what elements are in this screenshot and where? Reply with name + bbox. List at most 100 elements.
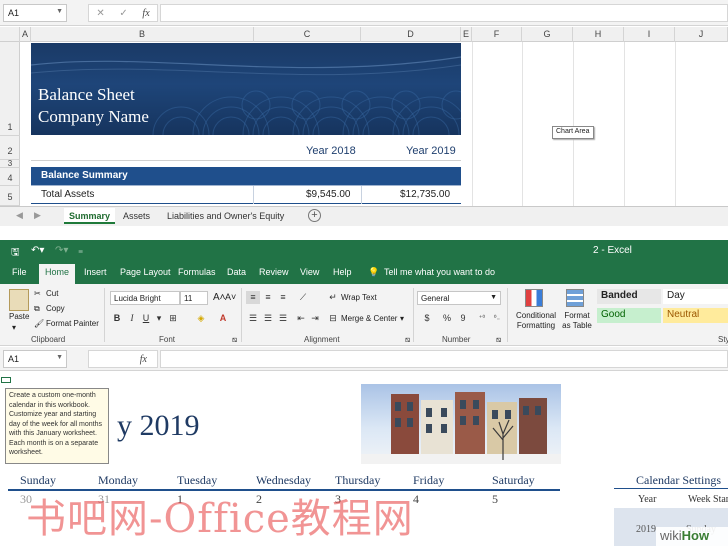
row-header[interactable]: 1 xyxy=(0,42,20,136)
select-all-corner[interactable] xyxy=(0,27,20,42)
paste-icon[interactable] xyxy=(9,289,29,311)
column-header[interactable]: F xyxy=(472,27,522,42)
row-header[interactable]: 4 xyxy=(0,168,20,186)
currency-button[interactable]: $ xyxy=(420,312,434,325)
align-middle-icon[interactable]: ≡ xyxy=(261,291,275,304)
chevron-down-icon[interactable]: ▾ xyxy=(12,323,16,332)
day-number[interactable]: 4 xyxy=(413,492,419,507)
sheet-tab-summary[interactable]: Summary xyxy=(64,208,116,224)
chevron-down-icon[interactable]: ▾ xyxy=(152,312,166,325)
sheet-tab-liabilities[interactable]: Liabilities and Owner's Equity xyxy=(162,208,289,224)
dialog-launcher-icon[interactable]: ⧅ xyxy=(232,335,237,345)
formula-input[interactable] xyxy=(160,4,728,22)
font-size-select[interactable]: 11 xyxy=(180,291,208,305)
column-header[interactable]: C xyxy=(254,27,361,42)
fill-color-icon[interactable]: ◈ xyxy=(194,312,208,325)
copy-button[interactable]: Copy xyxy=(46,304,65,313)
year-2018-header[interactable]: Year 2018 xyxy=(306,145,356,157)
year-setting-input[interactable]: 2019 xyxy=(636,524,656,535)
row-header[interactable]: 5 xyxy=(0,186,20,206)
tab-view[interactable]: View xyxy=(300,267,319,277)
tell-me-search[interactable]: Tell me what you want to do xyxy=(384,267,495,277)
decrease-decimal-icon[interactable]: ⁰₋ xyxy=(490,312,504,325)
dialog-launcher-icon[interactable]: ⧅ xyxy=(405,335,410,345)
underline-button[interactable]: U xyxy=(139,312,153,325)
percent-button[interactable]: % xyxy=(440,312,454,325)
copy-icon[interactable]: ⧉ xyxy=(34,304,40,314)
insert-function-icon[interactable]: fx xyxy=(142,8,149,19)
dialog-launcher-icon[interactable]: ⧅ xyxy=(496,335,501,345)
enter-icon[interactable]: ✓ xyxy=(119,8,127,19)
wrap-text-button[interactable]: Wrap Text xyxy=(341,293,377,302)
font-name-select[interactable]: Lucida Bright xyxy=(110,291,180,305)
cell-style-banded[interactable]: Banded xyxy=(597,289,661,304)
align-top-icon[interactable]: ≡ xyxy=(246,291,260,304)
bold-button[interactable]: B xyxy=(110,312,124,325)
add-sheet-icon[interactable]: + xyxy=(308,209,321,222)
format-painter-button[interactable]: Format Painter xyxy=(46,319,99,328)
column-header[interactable]: G xyxy=(522,27,573,42)
column-header[interactable]: E xyxy=(461,27,472,42)
save-icon[interactable]: 🖫 xyxy=(11,245,20,262)
tab-help[interactable]: Help xyxy=(333,267,352,277)
column-header[interactable]: H xyxy=(573,27,624,42)
cell-style-day[interactable]: Day xyxy=(663,289,728,304)
column-header[interactable]: A xyxy=(20,27,31,42)
font-color-icon[interactable]: A xyxy=(216,312,230,325)
active-cell-marker[interactable] xyxy=(1,377,11,383)
decrease-indent-icon[interactable]: ⇤ xyxy=(294,312,308,325)
tab-review[interactable]: Review xyxy=(259,267,289,277)
month-title[interactable]: y 2019 xyxy=(117,409,200,443)
year-2019-header[interactable]: Year 2019 xyxy=(406,145,456,157)
cut-button[interactable]: Cut xyxy=(46,289,58,298)
insert-function-icon[interactable]: fx xyxy=(140,354,147,365)
tab-page-layout[interactable]: Page Layout xyxy=(120,267,171,277)
sheet-tab-assets[interactable]: Assets xyxy=(118,208,155,224)
cut-icon[interactable]: ✂ xyxy=(34,289,41,298)
borders-icon[interactable]: ⊞ xyxy=(166,312,180,325)
number-format-select[interactable]: General ▼ xyxy=(417,291,501,305)
orientation-icon[interactable]: ⟋ xyxy=(296,291,310,304)
cancel-icon[interactable]: ✕ xyxy=(96,8,104,19)
column-header[interactable]: I xyxy=(624,27,675,42)
day-header-friday[interactable]: Friday xyxy=(413,473,444,488)
conditional-formatting-icon[interactable] xyxy=(525,289,543,307)
chevron-down-icon[interactable]: ▼ xyxy=(56,354,63,361)
row-header[interactable]: 3 xyxy=(0,160,20,168)
italic-button[interactable]: I xyxy=(125,312,139,325)
tab-file[interactable]: File xyxy=(12,267,27,277)
comma-button[interactable]: 9 xyxy=(456,312,470,325)
column-header[interactable]: B xyxy=(31,27,254,42)
align-bottom-icon[interactable]: ≡ xyxy=(276,291,290,304)
format-as-table-icon[interactable] xyxy=(566,289,584,307)
column-header[interactable]: D xyxy=(361,27,461,42)
paste-button[interactable]: Paste xyxy=(9,312,29,321)
align-right-icon[interactable]: ☰ xyxy=(276,312,290,325)
cell-style-good[interactable]: Good xyxy=(597,308,661,323)
format-as-table-button[interactable]: Format as Table xyxy=(560,311,594,331)
format-painter-icon[interactable]: 🖌 xyxy=(34,319,44,328)
scroll-right-icon[interactable]: ▶ xyxy=(34,210,41,221)
formula-input[interactable] xyxy=(160,350,728,368)
tab-home[interactable]: Home xyxy=(39,264,76,284)
tab-insert[interactable]: Insert xyxy=(84,267,107,277)
conditional-formatting-button[interactable]: Conditional Formatting xyxy=(514,311,558,331)
scroll-left-icon[interactable]: ◀ xyxy=(16,210,23,221)
tab-formulas[interactable]: Formulas xyxy=(178,267,216,277)
balance-sheet-banner[interactable]: Balance Sheet Company Name xyxy=(31,43,461,135)
balance-summary-header[interactable]: Balance Summary xyxy=(31,167,461,185)
name-box[interactable]: A1 ▼ xyxy=(3,350,67,368)
chevron-down-icon[interactable]: ▼ xyxy=(56,8,63,15)
total-assets-row[interactable]: Total Assets $9,545.00 $12,735.00 xyxy=(31,185,461,204)
column-header[interactable]: J xyxy=(675,27,728,42)
tab-data[interactable]: Data xyxy=(227,267,246,277)
align-left-icon[interactable]: ☰ xyxy=(246,312,260,325)
day-number[interactable]: 5 xyxy=(492,492,498,507)
customize-qat-icon[interactable]: ₌ xyxy=(78,245,83,256)
increase-font-icon[interactable]: A˄ xyxy=(213,292,226,303)
name-box[interactable]: A1 ▼ xyxy=(3,4,67,22)
increase-decimal-icon[interactable]: ⁺⁰ xyxy=(475,312,489,325)
undo-icon[interactable]: ↶▾ xyxy=(31,245,44,256)
decrease-font-icon[interactable]: A˅ xyxy=(225,292,236,302)
merge-center-button[interactable]: Merge & Center xyxy=(341,314,397,323)
